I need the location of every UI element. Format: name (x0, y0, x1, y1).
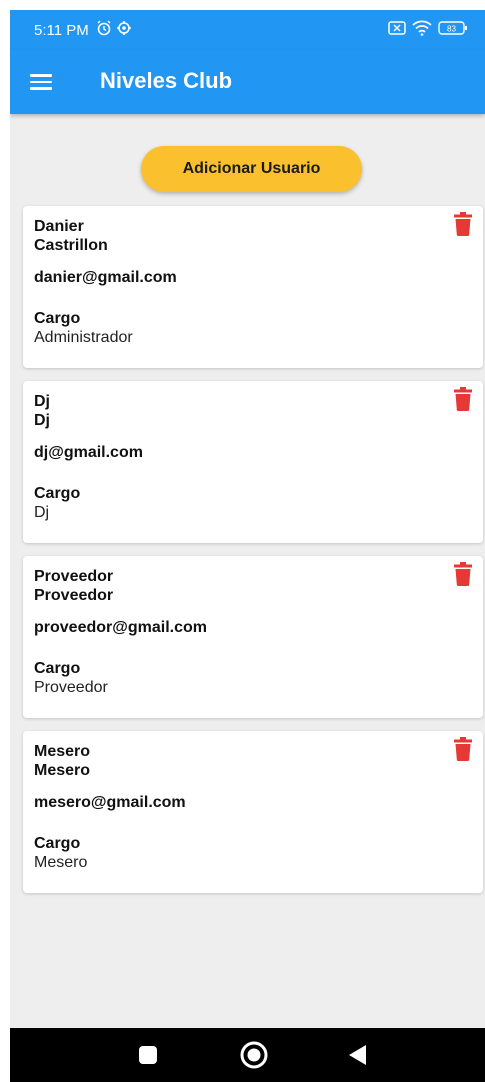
alarm-icon (96, 20, 112, 41)
menu-icon[interactable] (30, 70, 56, 96)
user-first-name: Mesero (34, 743, 91, 760)
cargo-label: Cargo (34, 660, 81, 677)
settings-icon (116, 20, 132, 41)
battery-level: 83 (447, 25, 456, 34)
home-icon[interactable] (239, 1040, 269, 1075)
user-email: mesero@gmail.com (34, 794, 186, 811)
back-icon[interactable] (348, 1044, 368, 1071)
user-last-name: Castrillon (34, 237, 108, 254)
recent-apps-icon[interactable] (138, 1045, 158, 1070)
status-time: 5:11 PM (34, 22, 89, 39)
user-first-name: Dj (34, 393, 50, 410)
cargo-value: Dj (34, 504, 50, 521)
cargo-label: Cargo (34, 485, 81, 502)
user-card: Proveedor Proveedor proveedor@gmail.com … (23, 556, 483, 718)
user-card: Danier Castrillon danier@gmail.com Cargo… (23, 206, 483, 368)
app-bar: Niveles Club (10, 50, 485, 114)
app-title: Niveles Club (100, 68, 233, 93)
cargo-label: Cargo (34, 835, 81, 852)
navigation-bar (10, 1028, 485, 1082)
cargo-label: Cargo (34, 310, 81, 327)
user-email: danier@gmail.com (34, 269, 177, 286)
user-last-name: Dj (34, 412, 50, 429)
cargo-value: Mesero (34, 854, 88, 871)
delete-icon[interactable] (453, 562, 473, 586)
add-user-button[interactable]: Adicionar Usuario (141, 146, 362, 192)
user-email: dj@gmail.com (34, 444, 143, 461)
delete-icon[interactable] (453, 387, 473, 411)
user-last-name: Proveedor (34, 587, 114, 604)
user-email: proveedor@gmail.com (34, 619, 207, 636)
user-first-name: Proveedor (34, 568, 114, 585)
user-last-name: Mesero (34, 762, 91, 779)
cargo-value: Proveedor (34, 679, 108, 696)
sim-icon (388, 20, 406, 41)
phone-screen: 5:11 PM 83 Niveles Club Adicionar Usuari… (10, 10, 485, 1082)
user-card: Dj Dj dj@gmail.com Cargo Dj (23, 381, 483, 543)
wifi-icon (412, 20, 432, 41)
cargo-value: Administrador (34, 329, 133, 346)
user-card: Mesero Mesero mesero@gmail.com Cargo Mes… (23, 731, 483, 893)
status-bar: 5:11 PM 83 (10, 10, 485, 50)
delete-icon[interactable] (453, 212, 473, 236)
battery-icon: 83 (438, 20, 468, 41)
delete-icon[interactable] (453, 737, 473, 761)
user-first-name: Danier (34, 218, 84, 235)
